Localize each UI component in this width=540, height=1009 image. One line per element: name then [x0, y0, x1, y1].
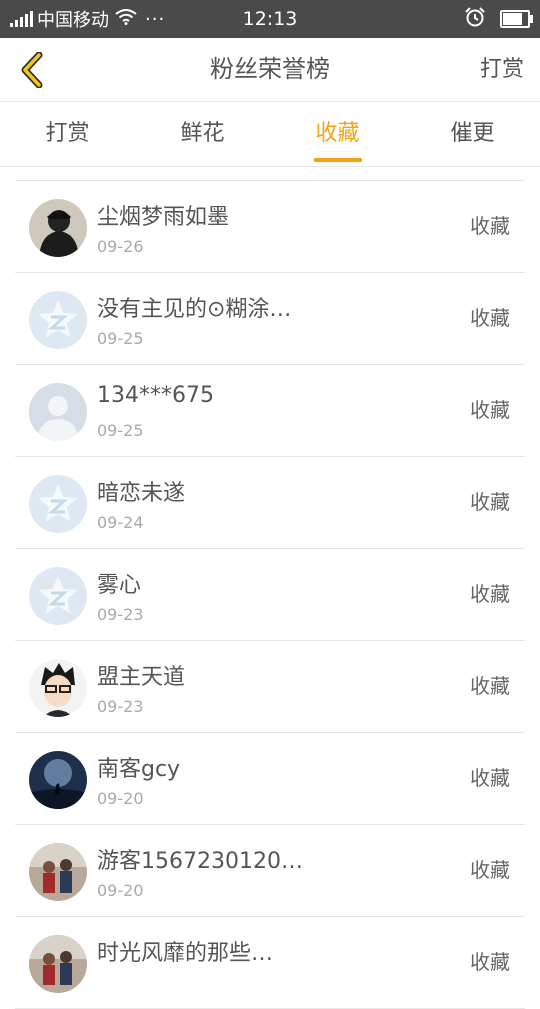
tab-flowers[interactable]: 鲜花	[135, 102, 270, 166]
avatar	[29, 475, 87, 533]
favorite-label: 收藏	[470, 398, 510, 422]
avatar	[29, 751, 87, 809]
tab-urge[interactable]: 催更	[405, 102, 540, 166]
user-name: 134***675	[97, 383, 214, 408]
status-bar: 中国移动 ··· 12:13	[0, 0, 540, 38]
favorite-label: 收藏	[470, 582, 510, 606]
favorite-label: 收藏	[470, 306, 510, 330]
page-title: 粉丝荣誉榜	[210, 55, 330, 83]
date-label: 09-20	[97, 881, 144, 900]
tab-reward[interactable]: 打赏	[0, 102, 135, 166]
date-label: 09-24	[97, 513, 144, 532]
user-name: 尘烟梦雨如墨	[97, 205, 230, 230]
date-label: 09-23	[97, 697, 144, 716]
favorite-label: 收藏	[470, 950, 510, 974]
list-item[interactable]: 尘烟梦雨如墨 09-26 收藏	[15, 181, 525, 273]
fan-list: 尘烟梦雨如墨 09-26 收藏 没有主见的⊙糊涂… 09-25 收藏 134**…	[15, 180, 525, 1009]
status-time: 12:13	[242, 8, 298, 30]
list-item[interactable]: 雾心 09-23 收藏	[15, 549, 525, 641]
user-name: 盟主天道	[97, 665, 186, 690]
back-button[interactable]	[12, 48, 52, 92]
user-name: 没有主见的⊙糊涂…	[97, 297, 292, 322]
user-name: 游客1567230120…	[97, 849, 303, 874]
avatar	[29, 291, 87, 349]
date-label: 09-25	[97, 421, 144, 440]
list-item[interactable]: 时光风靡的那些… 收藏	[15, 917, 525, 1009]
tab-label: 收藏	[315, 121, 360, 146]
user-name: 暗恋未遂	[97, 481, 186, 506]
user-name: 时光风靡的那些…	[97, 941, 274, 966]
user-name: 南客gcy	[97, 757, 181, 782]
reward-button[interactable]: 打赏	[480, 38, 524, 101]
tab-label: 催更	[450, 121, 495, 146]
list-item[interactable]: 游客1567230120… 09-20 收藏	[15, 825, 525, 917]
favorite-label: 收藏	[470, 214, 510, 238]
list-item[interactable]: 134***675 09-25 收藏	[15, 365, 525, 457]
chevron-left-icon	[21, 52, 43, 88]
user-name: 雾心	[97, 573, 142, 598]
date-label: 09-20	[97, 789, 144, 808]
list-item[interactable]: 没有主见的⊙糊涂… 09-25 收藏	[15, 273, 525, 365]
tab-bar: 打赏 鲜花 收藏 催更	[0, 102, 540, 167]
active-tab-indicator	[313, 158, 362, 162]
avatar	[29, 567, 87, 625]
list-item[interactable]: 盟主天道 09-23 收藏	[15, 641, 525, 733]
favorite-label: 收藏	[470, 674, 510, 698]
list-item[interactable]: 南客gcy 09-20 收藏	[15, 733, 525, 825]
avatar	[29, 199, 87, 257]
favorite-label: 收藏	[470, 766, 510, 790]
alarm-icon	[464, 6, 486, 32]
avatar	[29, 935, 87, 993]
battery-icon	[500, 10, 533, 28]
avatar	[29, 383, 87, 441]
list-item[interactable]: 暗恋未遂 09-24 收藏	[15, 457, 525, 549]
date-label: 09-26	[97, 237, 144, 256]
favorite-label: 收藏	[470, 858, 510, 882]
tab-favorites[interactable]: 收藏	[270, 102, 405, 166]
avatar	[29, 659, 87, 717]
date-label: 09-23	[97, 605, 144, 624]
avatar	[29, 843, 87, 901]
header-bar: 粉丝荣誉榜 打赏	[0, 38, 540, 102]
tab-label: 鲜花	[180, 121, 225, 146]
tab-label: 打赏	[45, 121, 90, 146]
date-label: 09-25	[97, 329, 144, 348]
favorite-label: 收藏	[470, 490, 510, 514]
